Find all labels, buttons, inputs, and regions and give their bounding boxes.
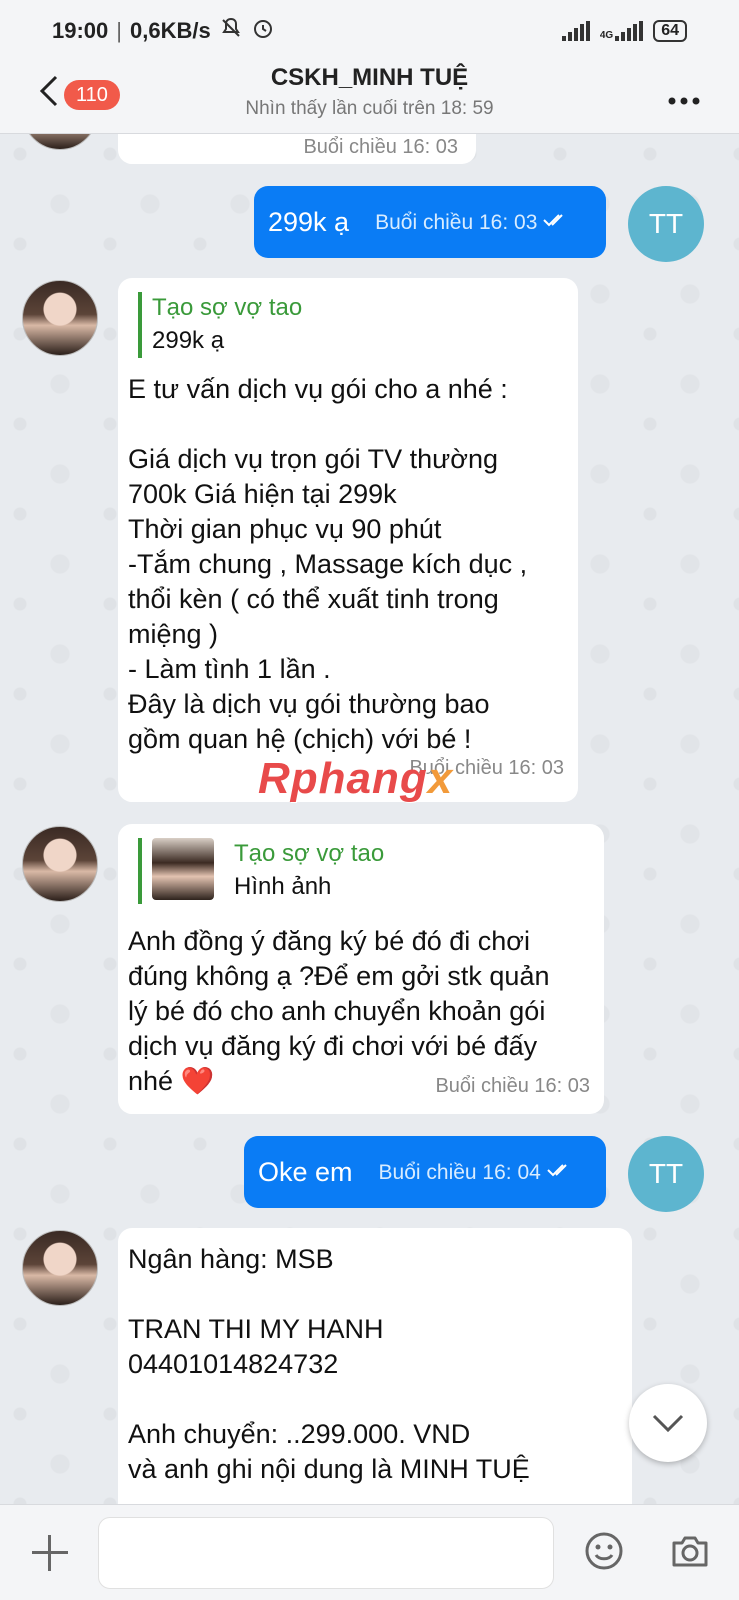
chat-header: 110 CSKH_MINH TUỆ Nhìn thấy lần cuối trê… xyxy=(0,62,739,134)
mute-bell-icon xyxy=(219,16,243,46)
emoji-button[interactable] xyxy=(584,1531,624,1576)
signal-icon-2 xyxy=(615,21,644,41)
double-check-icon xyxy=(547,1155,573,1190)
message-bubble[interactable]: Ngân hàng: MSB TRAN THI MY HANH 04401014… xyxy=(118,1228,632,1504)
message-text: E tư vấn dịch vụ gói cho a nhé : Giá dịc… xyxy=(128,374,528,754)
contact-avatar[interactable] xyxy=(22,1230,98,1306)
watermark-main: Rphang xyxy=(258,754,428,803)
chat-title: CSKH_MINH TUỆ xyxy=(270,64,469,91)
message-text: 299k ạ xyxy=(268,206,350,237)
contact-avatar[interactable] xyxy=(22,134,98,150)
double-check-icon xyxy=(543,205,569,240)
quote-sender: Tạo sợ vợ tao xyxy=(234,840,385,867)
my-avatar[interactable]: TT xyxy=(628,1136,704,1212)
my-message-bubble[interactable]: 299k ạ Buổi chiều 16: 03 xyxy=(254,186,606,258)
my-avatar[interactable]: TT xyxy=(628,186,704,262)
message-input[interactable] xyxy=(98,1517,554,1589)
quote-sender: Tạo sợ vợ tao xyxy=(152,294,303,321)
quote-thumbnail xyxy=(152,838,214,900)
alarm-icon xyxy=(251,16,275,46)
attach-plus-button[interactable] xyxy=(32,1535,68,1571)
message-timestamp: Buổi chiều 16: 03 xyxy=(375,210,538,234)
message-bubble[interactable]: Tạo sợ vợ tao Hình ảnh Anh đồng ý đăng k… xyxy=(118,824,604,1114)
contact-avatar[interactable] xyxy=(22,280,98,356)
contact-avatar[interactable] xyxy=(22,826,98,902)
status-bar: 19:00 | 0,6KB/s 4G 64 xyxy=(0,0,739,62)
watermark-logo: Rphangx xyxy=(258,754,453,804)
message-bubble[interactable]: Buổi chiều 16: 03 xyxy=(118,134,476,164)
camera-button[interactable] xyxy=(670,1531,710,1576)
last-seen: Nhìn thấy lần cuối trên 18: 59 xyxy=(245,98,494,119)
net-speed: 0,6KB/s xyxy=(130,18,211,43)
reply-quote[interactable]: Tạo sợ vợ tao 299k ạ xyxy=(138,292,564,358)
quote-text: Hình ảnh xyxy=(234,873,332,900)
clock: 19:00 xyxy=(52,18,109,43)
message-text: Oke em xyxy=(258,1156,353,1187)
network-type: 4G xyxy=(599,30,614,41)
more-options-button[interactable] xyxy=(667,80,701,114)
scroll-down-button[interactable] xyxy=(629,1384,707,1462)
my-message-bubble[interactable]: Oke em Buổi chiều 16: 04 xyxy=(244,1136,606,1208)
chat-area[interactable]: Buổi chiều 16: 03 299k ạ Buổi chiều 16: … xyxy=(0,134,739,1504)
reply-quote[interactable]: Tạo sợ vợ tao Hình ảnh xyxy=(138,838,590,904)
input-bar xyxy=(0,1504,739,1600)
status-right: 4G 64 xyxy=(561,20,687,42)
message-bubble[interactable]: Tạo sợ vợ tao 299k ạ E tư vấn dịch vụ gó… xyxy=(118,278,578,802)
message-text: Ngân hàng: MSB TRAN THI MY HANH 04401014… xyxy=(128,1244,530,1484)
watermark-x: x xyxy=(427,754,454,803)
status-left: 19:00 | 0,6KB/s xyxy=(52,16,275,46)
battery-icon: 64 xyxy=(653,20,687,42)
status-separator: | xyxy=(116,18,122,43)
message-timestamp: Buổi chiều 16: 04 xyxy=(378,1160,541,1184)
signal-icon xyxy=(561,21,590,41)
quote-text: 299k ạ xyxy=(152,327,225,354)
message-timestamp: Buổi chiều 16: 03 xyxy=(303,136,458,158)
